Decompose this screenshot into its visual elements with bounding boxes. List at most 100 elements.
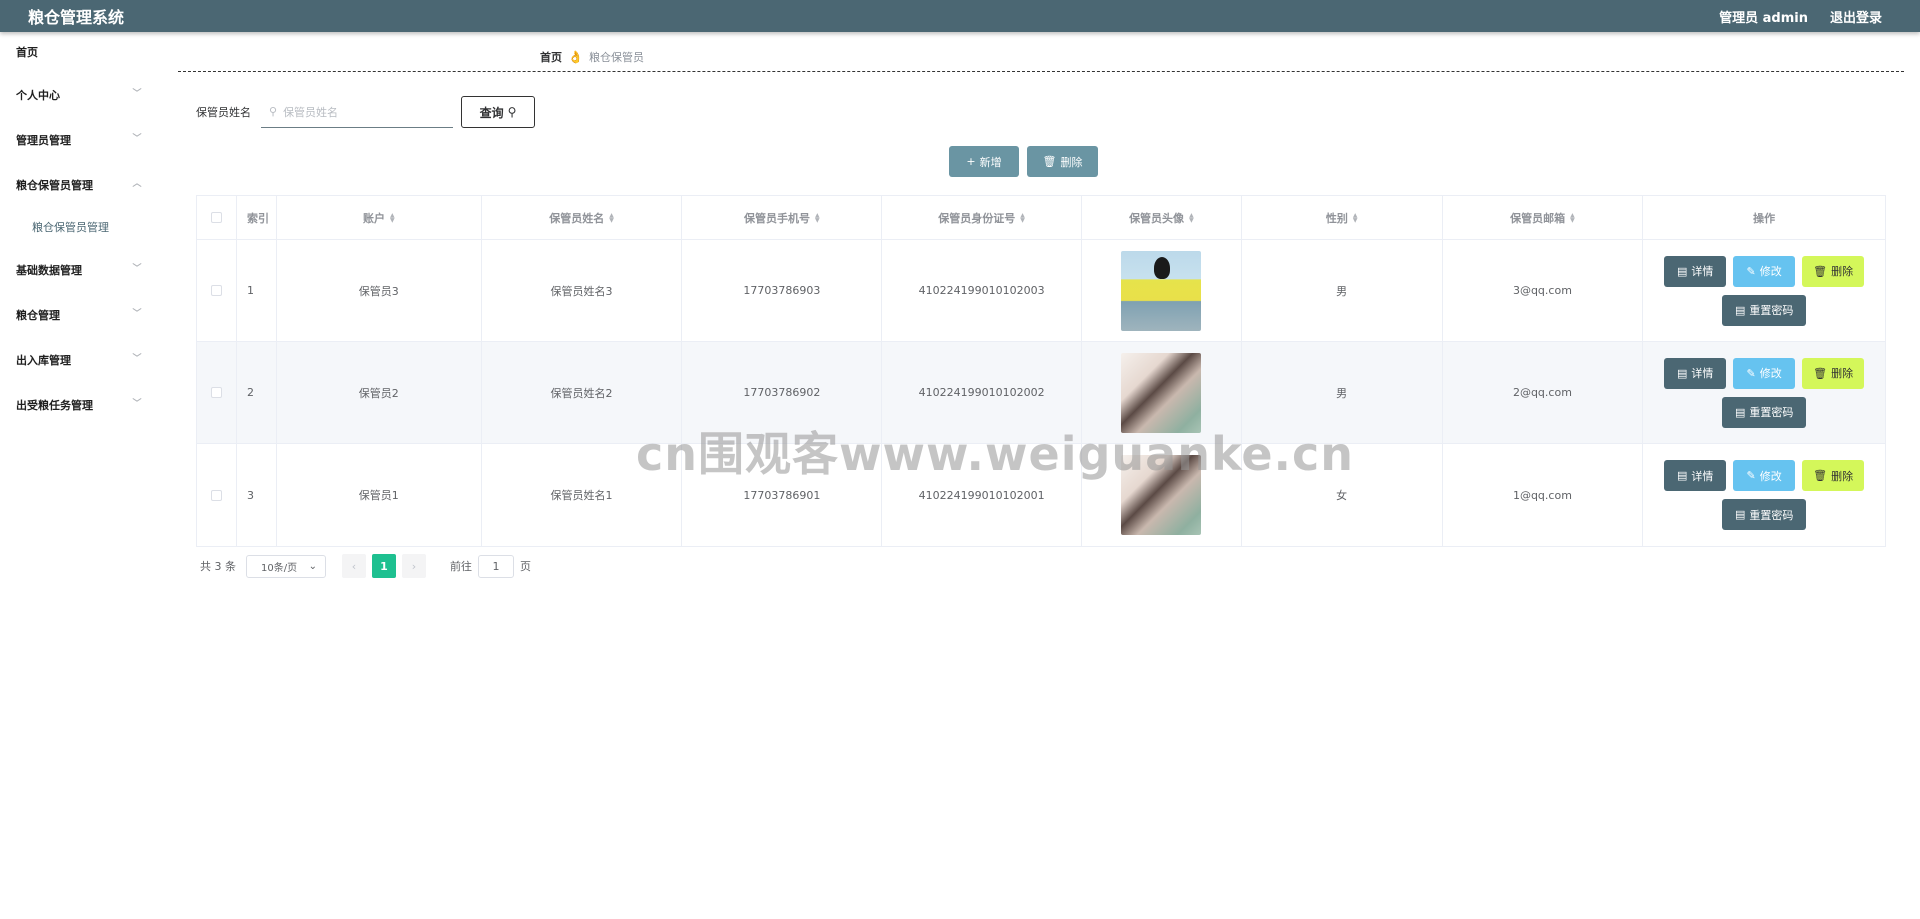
sidebar-item-keeper-management[interactable]: 粮仓保管员管理 ︿: [0, 162, 160, 207]
breadcrumb-current: 粮仓保管员: [588, 51, 644, 64]
search-bar: 保管员姓名 ⚲ 保管员姓名 查询 ⚲: [196, 96, 535, 128]
logout-link[interactable]: 退出登录: [1830, 7, 1882, 26]
row-checkbox[interactable]: [210, 285, 222, 296]
document-icon: ▤: [1676, 264, 1688, 278]
sidebar-item-label: 粮仓管理: [16, 308, 60, 322]
header-label: 性别: [1325, 211, 1348, 225]
edit-button[interactable]: ✎ 修改: [1733, 255, 1796, 287]
header-name[interactable]: 保管员姓名 ▲ ▼: [482, 196, 683, 239]
watermark: cn围观客www.weiguanke.cn: [636, 427, 1355, 481]
sidebar-item-inout[interactable]: 出入库管理 ﹀: [0, 337, 160, 382]
trash-icon: 🗑: [1813, 469, 1828, 482]
delete-button[interactable]: 🗑 删除: [1802, 357, 1865, 389]
header-gender[interactable]: 性别 ▲ ▼: [1242, 196, 1443, 239]
header-account[interactable]: 账户 ▲ ▼: [277, 196, 482, 239]
sidebar-item-admin-management[interactable]: 管理员管理 ﹀: [0, 117, 160, 162]
cell-actions: ▤ 详情 ✎ 修改 🗑 删除 ▤ 重置密码: [1643, 444, 1885, 546]
sidebar-item-basic-data[interactable]: 基础数据管理 ﹀: [0, 247, 160, 292]
header-label: 保管员姓名: [549, 211, 605, 225]
cell-index: 3: [237, 444, 277, 546]
header-avatar[interactable]: 保管员头像 ▲ ▼: [1082, 196, 1242, 239]
sidebar-item-label: 出受粮任务管理: [16, 398, 93, 412]
goto-page-input[interactable]: 1: [478, 554, 514, 578]
prev-page-button[interactable]: ‹: [342, 554, 366, 578]
edit-button[interactable]: ✎ 修改: [1733, 357, 1796, 389]
cell-index: 2: [237, 342, 277, 443]
row-checkbox[interactable]: [210, 387, 222, 398]
batch-delete-label: 删除: [1060, 155, 1083, 169]
hand-icon: 👌: [568, 50, 583, 64]
reset-password-label: 重置密码: [1749, 406, 1794, 419]
select-all-checkbox[interactable]: [210, 212, 222, 223]
edit-button[interactable]: ✎ 修改: [1733, 460, 1796, 491]
page-size-select[interactable]: 10条/页 ⌄: [246, 554, 326, 578]
sidebar-item-home[interactable]: 首页: [0, 32, 160, 72]
document-icon: ▤: [1676, 469, 1688, 482]
sort-icon[interactable]: ▲ ▼: [1189, 212, 1194, 223]
breadcrumb-home[interactable]: 首页: [540, 49, 562, 65]
detail-button[interactable]: ▤ 详情: [1664, 255, 1727, 287]
detail-label: 详情: [1691, 367, 1714, 380]
sidebar-item-granary[interactable]: 粮仓管理 ﹀: [0, 292, 160, 337]
edit-label: 修改: [1759, 367, 1782, 380]
query-button-label: 查询: [479, 105, 504, 120]
header-email[interactable]: 保管员邮箱 ▲ ▼: [1443, 196, 1644, 239]
cell-name: 保管员姓名3: [482, 240, 683, 341]
header-idcard[interactable]: 保管员身份证号 ▲ ▼: [882, 196, 1082, 239]
reset-password-button[interactable]: ▤ 重置密码: [1722, 294, 1807, 326]
pagination-total: 共 3 条: [200, 560, 236, 573]
sidebar-item-label: 粮仓保管员管理: [16, 178, 93, 192]
trash-icon: 🗑: [1813, 264, 1828, 278]
batch-delete-button[interactable]: 🗑 删除: [1027, 146, 1098, 177]
sidebar-subitem-keeper-management[interactable]: 粮仓保管员管理: [0, 207, 160, 247]
delete-button[interactable]: 🗑 删除: [1802, 460, 1865, 491]
header-label: 账户: [362, 211, 385, 225]
page-number-1[interactable]: 1: [372, 554, 396, 578]
sidebar-item-tasks[interactable]: 出受粮任务管理 ﹀: [0, 382, 160, 427]
header-phone[interactable]: 保管员手机号 ▲ ▼: [682, 196, 883, 239]
header-label: 保管员手机号: [744, 211, 810, 225]
cell-email: 3@qq.com: [1443, 240, 1644, 341]
sidebar-item-label: 首页: [16, 46, 38, 59]
query-button[interactable]: 查询 ⚲: [461, 96, 535, 128]
chevron-right-icon: ›: [411, 559, 417, 573]
sort-icon[interactable]: ▲ ▼: [1353, 212, 1358, 223]
avatar[interactable]: [1121, 250, 1202, 331]
header-index: 索引: [237, 196, 277, 239]
goto-label: 前往: [450, 560, 472, 573]
header-label: 保管员邮箱: [1510, 211, 1566, 225]
reset-password-button[interactable]: ▤ 重置密码: [1722, 396, 1807, 428]
detail-button[interactable]: ▤ 详情: [1664, 460, 1727, 491]
row-checkbox[interactable]: [210, 489, 222, 501]
search-input[interactable]: ⚲ 保管员姓名: [261, 97, 453, 128]
sort-icon[interactable]: ▲ ▼: [390, 212, 395, 223]
sort-icon[interactable]: ▲ ▼: [1020, 212, 1025, 223]
sort-icon[interactable]: ▲ ▼: [815, 212, 820, 223]
sort-icon[interactable]: ▲ ▼: [609, 212, 614, 223]
document-icon: ▤: [1734, 405, 1746, 419]
detail-button[interactable]: ▤ 详情: [1664, 357, 1727, 389]
delete-button[interactable]: 🗑 删除: [1802, 255, 1865, 287]
sidebar-item-label: 出入库管理: [16, 353, 71, 367]
breadcrumb: 首页 👌 粮仓保管员: [178, 32, 1904, 72]
search-label: 保管员姓名: [196, 106, 251, 119]
add-button[interactable]: + 新增: [949, 146, 1019, 177]
edit-icon: ✎: [1746, 264, 1756, 278]
sidebar: 首页 个人中心 ﹀ 管理员管理 ﹀ 粮仓保管员管理 ︿ 粮仓保管员管理 基础数据管理 ﹀…: [0, 32, 160, 919]
chevron-down-icon: ﹀: [132, 88, 142, 99]
reset-password-button[interactable]: ▤ 重置密码: [1722, 499, 1807, 530]
cell-email: 2@qq.com: [1443, 342, 1644, 443]
cell-actions: ▤ 详情 ✎ 修改 🗑 删除 ▤ 重置密码: [1643, 240, 1885, 341]
sidebar-item-label: 基础数据管理: [16, 263, 82, 277]
reset-password-label: 重置密码: [1749, 304, 1794, 317]
pagination: 共 3 条 10条/页 ⌄ ‹ 1 › 前往 1 页: [200, 554, 531, 578]
reset-password-label: 重置密码: [1749, 508, 1794, 522]
next-page-button[interactable]: ›: [402, 554, 426, 578]
sidebar-item-personal-center[interactable]: 个人中心 ﹀: [0, 72, 160, 117]
current-user: 管理员 admin: [1719, 10, 1808, 26]
header-label: 保管员头像: [1129, 211, 1185, 225]
sort-icon[interactable]: ▲ ▼: [1570, 212, 1575, 223]
header-select-all: [197, 196, 237, 239]
edit-label: 修改: [1759, 265, 1782, 278]
detail-label: 详情: [1691, 469, 1714, 483]
